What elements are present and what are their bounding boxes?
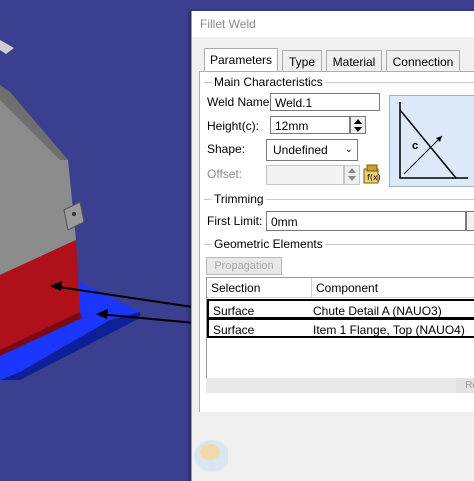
height-spinner[interactable] (350, 116, 366, 134)
shape-select-value: Undefined (273, 143, 328, 157)
row-selection: Surface (213, 323, 255, 337)
first-limit-field[interactable]: 0mm (266, 211, 466, 231)
offset-spinner[interactable] (344, 165, 360, 185)
first-limit-spinner[interactable] (466, 211, 474, 231)
formula-icon[interactable]: f(x) (362, 163, 382, 185)
row-component: Item 1 Flange, Top (NAUO4) (313, 323, 465, 337)
trimming-label: Trimming (212, 192, 266, 206)
spin-down-icon[interactable] (351, 125, 365, 133)
main-characteristics-label: Main Characteristics (212, 75, 325, 89)
dialog-footer (192, 412, 474, 474)
preview-dimension-label: c (412, 140, 419, 152)
truncated-button[interactable]: Re (456, 378, 474, 393)
geometric-elements-label: Geometric Elements (212, 237, 325, 251)
svg-text:f(x): f(x) (367, 173, 381, 182)
height-label: Height(c): (207, 119, 260, 133)
chevron-down-icon: ⌄ (344, 144, 353, 155)
weld-name-field[interactable]: Weld.1 (270, 93, 380, 111)
tab-type[interactable]: Type (282, 50, 322, 73)
shape-label: Shape: (207, 142, 246, 156)
first-limit-label: First Limit: (207, 214, 263, 228)
table-row[interactable]: Surface Chute Detail A (NAUO3) (207, 299, 474, 319)
spin-down-icon[interactable] (345, 174, 359, 182)
column-header-component[interactable]: Component (311, 278, 474, 298)
offset-label: Offset: (207, 167, 243, 181)
spin-up-icon[interactable] (345, 166, 359, 174)
geometric-elements-table: Selection Component Surface Chute Detail… (206, 277, 474, 381)
propagation-button[interactable]: Propagation (206, 257, 282, 275)
table-row[interactable]: Surface Item 1 Flange, Top (NAUO4) (207, 318, 474, 338)
offset-field[interactable] (266, 165, 344, 185)
compass-icon (192, 426, 230, 474)
spin-up-icon[interactable] (351, 117, 365, 125)
tab-material[interactable]: Material (326, 50, 382, 73)
tab-connection[interactable]: Connection (386, 50, 460, 73)
shape-select[interactable]: Undefined ⌄ (266, 139, 358, 161)
tab-parameters[interactable]: Parameters (204, 48, 278, 73)
weld-preview: c (389, 95, 474, 187)
column-header-selection[interactable]: Selection (207, 278, 311, 298)
height-field[interactable]: 12mm (270, 116, 350, 134)
dialog-title: Fillet Weld (200, 17, 256, 31)
dialog-titlebar[interactable]: Fillet Weld (192, 11, 474, 37)
table-scrollbar[interactable] (206, 378, 474, 393)
weld-name-label: Weld Name: (207, 95, 273, 109)
bracket-hole (72, 212, 76, 216)
